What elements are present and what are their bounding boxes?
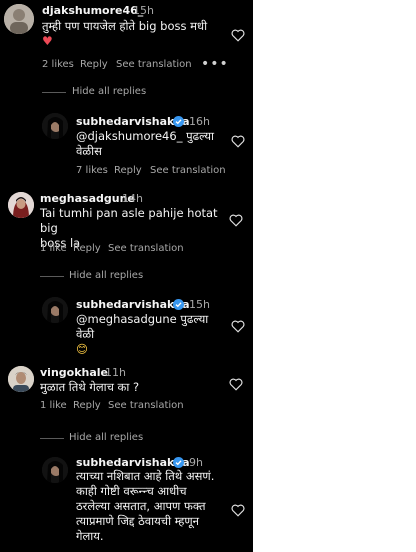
comment-panel-1: djakshumore46_ 15h तुम्ही पण पायजेल होते…: [0, 0, 253, 184]
avatar[interactable]: [4, 4, 34, 34]
reply-time: 15h: [189, 298, 210, 311]
reply-text: @djakshumore46_ पुढल्या वेळीस: [76, 129, 215, 158]
smile-emoji: 😊: [76, 342, 88, 356]
heart-emoji: ♥: [42, 34, 53, 48]
verified-badge-icon: [173, 116, 184, 127]
avatar-image: [8, 192, 34, 218]
comment-username[interactable]: vingokhale: [40, 366, 108, 379]
likes-count[interactable]: 1 like: [40, 243, 67, 254]
hide-replies-divider: [42, 92, 66, 93]
like-heart-icon[interactable]: [231, 29, 245, 42]
comment-username[interactable]: djakshumore46_: [42, 4, 143, 17]
likes-count[interactable]: 7 likes: [76, 165, 108, 176]
comment-time: 15h: [133, 4, 154, 17]
reply-avatar-image: [42, 457, 68, 483]
reply-avatar-image: [42, 297, 68, 323]
comment-text: मुळात तिथे गेलाच का ?: [40, 380, 140, 394]
see-translation-button[interactable]: See translation: [108, 243, 184, 254]
like-heart-icon[interactable]: [231, 320, 245, 333]
reply-avatar[interactable]: [42, 457, 68, 483]
like-heart-icon[interactable]: [229, 378, 243, 391]
likes-count[interactable]: 1 like: [40, 400, 67, 411]
hide-replies-button[interactable]: Hide all replies: [69, 432, 143, 443]
hide-replies-button[interactable]: Hide all replies: [69, 270, 143, 281]
likes-count[interactable]: 2 likes: [42, 59, 74, 70]
verified-badge-icon: [173, 457, 184, 468]
reply-time: 16h: [189, 115, 210, 128]
verified-badge-icon: [173, 299, 184, 310]
comment-panel-3: vingokhale 11h मुळात तिथे गेलाच का ? 1 l…: [0, 358, 253, 552]
reply-avatar[interactable]: [42, 113, 68, 139]
avatar[interactable]: [8, 366, 34, 392]
reply-button[interactable]: Reply: [73, 400, 101, 411]
comment-time: 14h: [122, 192, 143, 205]
see-translation-button[interactable]: See translation: [108, 400, 184, 411]
see-translation-button[interactable]: See translation: [116, 59, 192, 70]
avatar-image: [8, 366, 34, 392]
avatar[interactable]: [8, 192, 34, 218]
reply-button[interactable]: Reply: [73, 243, 101, 254]
reply-time: 9h: [189, 456, 203, 469]
hide-replies-divider: [40, 438, 64, 439]
comment-panel-2: meghasadgune 14h Tai tumhi pan asle pahi…: [0, 184, 253, 358]
like-heart-icon[interactable]: [231, 135, 245, 148]
reply-avatar[interactable]: [42, 297, 68, 323]
reply-text: त्याच्या नशिबात आहे तिथे असणं. काही गोष्…: [76, 469, 215, 543]
see-translation-button[interactable]: See translation: [150, 165, 226, 176]
reply-button[interactable]: Reply: [114, 165, 142, 176]
avatar-image: [4, 4, 34, 34]
hide-replies-button[interactable]: Hide all replies: [72, 86, 146, 97]
comment-text: तुम्ही पण पायजेल होते big boss मधी ♥: [42, 19, 208, 48]
reply-avatar-image: [42, 113, 68, 139]
more-options-icon[interactable]: •••: [201, 57, 229, 71]
hide-replies-divider: [40, 276, 64, 277]
like-heart-icon[interactable]: [229, 214, 243, 227]
comment-username[interactable]: meghasadgune: [40, 192, 135, 205]
reply-button[interactable]: Reply: [80, 59, 108, 70]
like-heart-icon[interactable]: [231, 504, 245, 517]
comment-time: 11h: [105, 366, 126, 379]
reply-text: @meghasadgune पुढल्या वेळी 😊: [76, 312, 209, 356]
